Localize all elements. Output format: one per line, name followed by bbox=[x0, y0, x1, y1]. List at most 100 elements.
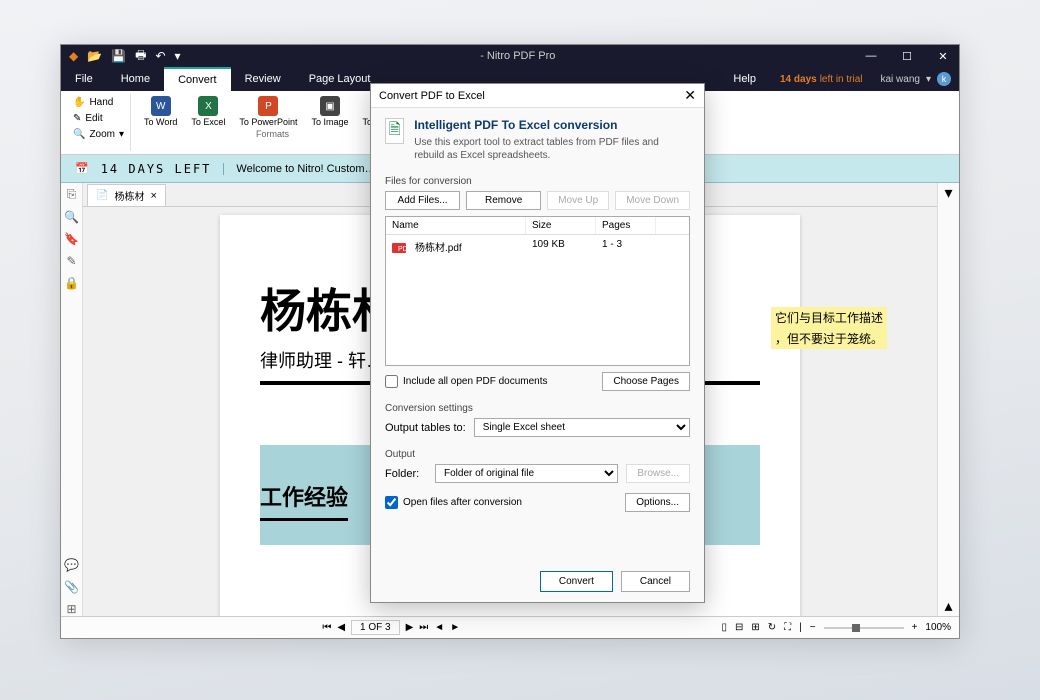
hand-icon: ✋ bbox=[73, 97, 85, 108]
browse-button[interactable]: Browse... bbox=[626, 464, 690, 483]
folder-label: Folder: bbox=[385, 468, 427, 480]
zoom-in-icon[interactable]: + bbox=[912, 622, 918, 633]
col-pages[interactable]: Pages bbox=[596, 217, 656, 234]
convert-button[interactable]: Convert bbox=[540, 571, 613, 592]
image-icon: ▣ bbox=[320, 96, 340, 116]
days-left: 14 DAYS LEFT bbox=[101, 162, 212, 176]
to-image-button[interactable]: ▣To Image bbox=[304, 94, 355, 129]
view-continuous-icon[interactable]: ⊟ bbox=[735, 622, 743, 633]
move-up-button[interactable]: Move Up bbox=[547, 191, 609, 210]
file-row[interactable]: PDF杨栋材.pdf 109 KB 1 - 3 bbox=[386, 235, 689, 258]
choose-pages-button[interactable]: Choose Pages bbox=[602, 372, 690, 391]
pages-panel-icon[interactable]: ⎘ bbox=[67, 187, 77, 202]
include-all-checkbox[interactable]: Include all open PDF documents bbox=[385, 375, 548, 388]
app-logo-icon: ◆ bbox=[69, 49, 78, 63]
save-icon[interactable]: 💾 bbox=[111, 49, 126, 63]
zoom-slider[interactable] bbox=[824, 627, 904, 629]
undo-icon[interactable]: ↶ bbox=[155, 49, 165, 63]
dialog-description: Use this export tool to extract tables f… bbox=[414, 136, 690, 162]
output-tables-label: Output tables to: bbox=[385, 422, 466, 434]
open-icon[interactable]: 📂 bbox=[87, 49, 102, 63]
hand-tool[interactable]: ✋Hand bbox=[73, 94, 124, 110]
word-icon: W bbox=[151, 96, 171, 116]
signatures-panel-icon[interactable]: ✎ bbox=[66, 254, 76, 268]
zoom-tool[interactable]: 🔍Zoom▾ bbox=[73, 126, 124, 142]
print-icon[interactable]: 🖶 bbox=[135, 46, 146, 67]
tab-label: 杨栋材 bbox=[114, 188, 144, 203]
next-page-icon[interactable]: ▶ bbox=[406, 622, 414, 633]
calendar-icon: 📅 bbox=[75, 162, 89, 175]
to-excel-button[interactable]: XTo Excel bbox=[184, 94, 232, 129]
window-title: - Nitro PDF Pro bbox=[181, 50, 855, 62]
last-page-icon[interactable]: ⏭ bbox=[419, 622, 428, 633]
prev-page-icon[interactable]: ◀ bbox=[337, 622, 345, 633]
trial-status: 14 daysleft in trial bbox=[770, 67, 873, 91]
move-down-button[interactable]: Move Down bbox=[615, 191, 690, 210]
pdf-icon: PDF bbox=[392, 243, 406, 253]
dialog-titlebar: Convert PDF to Excel ✕ bbox=[371, 84, 704, 108]
powerpoint-icon: P bbox=[258, 96, 278, 116]
statusbar: ⏮ ◀ 1 OF 3 ▶ ⏭ ◄ ► ▯ ⊟ ⊞ ↻ ⛶ | − + 100% bbox=[61, 616, 959, 638]
welcome-text: Welcome to Nitro! Custom… bbox=[223, 163, 375, 175]
user-menu[interactable]: kai wang▾k bbox=[873, 67, 960, 91]
collapse-icon[interactable]: ▾ bbox=[944, 183, 952, 203]
scroll-up-icon[interactable]: ▴ bbox=[944, 596, 952, 616]
output-tables-select[interactable]: Single Excel sheet bbox=[474, 418, 690, 437]
section-heading: 工作经验 bbox=[260, 480, 348, 521]
menu-help[interactable]: Help bbox=[719, 67, 770, 91]
comments-panel-icon[interactable]: 💬 bbox=[64, 558, 79, 572]
menu-home[interactable]: Home bbox=[107, 67, 164, 91]
menu-review[interactable]: Review bbox=[231, 67, 295, 91]
to-powerpoint-button[interactable]: PTo PowerPoint bbox=[232, 94, 304, 129]
menu-file[interactable]: File bbox=[61, 67, 107, 91]
menu-convert[interactable]: Convert bbox=[164, 67, 231, 91]
excel-large-icon: 🗎 bbox=[385, 118, 404, 144]
edit-tool[interactable]: ✎Edit bbox=[73, 110, 124, 126]
excel-icon: X bbox=[198, 96, 218, 116]
search-panel-icon[interactable]: 🔍 bbox=[64, 210, 79, 224]
zoom-icon: 🔍 bbox=[73, 129, 85, 140]
document-tab[interactable]: 📄 杨栋材 × bbox=[87, 184, 166, 206]
dialog-title: Convert PDF to Excel bbox=[379, 90, 684, 102]
page-indicator[interactable]: 1 OF 3 bbox=[351, 620, 400, 635]
view-rotate-icon[interactable]: ↻ bbox=[768, 622, 776, 633]
dialog-heading: Intelligent PDF To Excel conversion bbox=[414, 118, 690, 132]
files-section-label: Files for conversion bbox=[385, 176, 690, 187]
view-single-icon[interactable]: ▯ bbox=[721, 622, 727, 633]
highlight-text-1: 它们与目标工作描述 bbox=[771, 307, 887, 328]
dialog-close-icon[interactable]: ✕ bbox=[684, 87, 696, 104]
left-toolstrip: ⎘ 🔍 🔖 ✎ 🔒 💬 📎 ⊞ bbox=[61, 183, 83, 616]
minimize-button[interactable]: — bbox=[855, 45, 887, 67]
remove-button[interactable]: Remove bbox=[466, 191, 541, 210]
output-section-label: Output bbox=[385, 449, 690, 460]
files-list[interactable]: Name Size Pages PDF杨栋材.pdf 109 KB 1 - 3 bbox=[385, 216, 690, 366]
view-fit-icon[interactable]: ⛶ bbox=[784, 622, 791, 633]
view-facing-icon[interactable]: ⊞ bbox=[751, 622, 759, 633]
attachments-panel-icon[interactable]: 📎 bbox=[64, 580, 79, 594]
zoom-out-icon[interactable]: − bbox=[810, 622, 816, 633]
options-button[interactable]: Options... bbox=[625, 493, 690, 512]
highlight-text-2: ，但不要过于笼统。 bbox=[771, 328, 887, 349]
first-page-icon[interactable]: ⏮ bbox=[322, 622, 331, 633]
forward-icon[interactable]: ► bbox=[450, 622, 460, 633]
add-files-button[interactable]: Add Files... bbox=[385, 191, 460, 210]
cancel-button[interactable]: Cancel bbox=[621, 571, 690, 592]
zoom-level: 100% bbox=[925, 622, 951, 633]
convert-dialog: Convert PDF to Excel ✕ 🗎 Intelligent PDF… bbox=[370, 83, 705, 603]
titlebar: ◆ 📂 💾 🖶 ↶ ▾ - Nitro PDF Pro — ☐ ✕ bbox=[61, 45, 959, 67]
folder-select[interactable]: Folder of original file bbox=[435, 464, 618, 483]
open-after-checkbox[interactable]: Open files after conversion bbox=[385, 496, 522, 509]
edit-icon: ✎ bbox=[73, 113, 81, 124]
conversion-settings-label: Conversion settings bbox=[385, 403, 690, 414]
col-size[interactable]: Size bbox=[526, 217, 596, 234]
tab-close-icon[interactable]: × bbox=[150, 190, 156, 202]
to-word-button[interactable]: WTo Word bbox=[137, 94, 184, 129]
ribbon-group-label: Formats bbox=[137, 129, 408, 139]
maximize-button[interactable]: ☐ bbox=[891, 45, 923, 67]
layers-panel-icon[interactable]: ⊞ bbox=[66, 602, 76, 616]
security-panel-icon[interactable]: 🔒 bbox=[64, 276, 79, 290]
back-icon[interactable]: ◄ bbox=[434, 622, 444, 633]
col-name[interactable]: Name bbox=[386, 217, 526, 234]
close-button[interactable]: ✕ bbox=[927, 45, 959, 67]
bookmarks-panel-icon[interactable]: 🔖 bbox=[64, 232, 79, 246]
